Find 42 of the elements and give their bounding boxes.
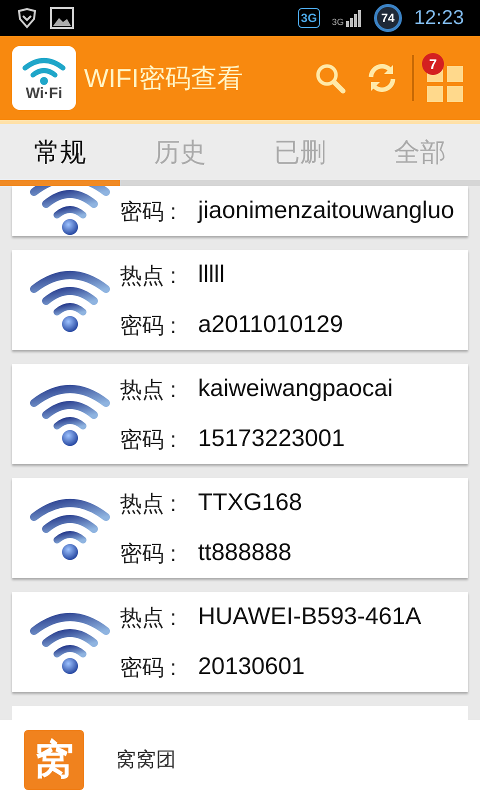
notification-badge: 7 [422,53,444,75]
network-card[interactable]: 热点 : HUAWEI-B593-461A 密码 : 20130601 [12,592,468,692]
field-label: 密码 : [120,312,178,340]
field-value: lllll [198,260,225,290]
field-value: tt888888 [198,538,292,568]
field-label: 密码 : [120,654,178,682]
field-value: HUAWEI-B593-461A [198,602,422,632]
shield-icon [16,7,38,29]
wifi-icon [30,186,110,236]
image-icon [50,7,74,29]
network-card[interactable]: 热点 : lllll 密码 : a2011010129 [12,250,468,350]
field-label: 密码 : [120,198,178,226]
field-value: 20130601 [198,652,305,682]
ad-banner[interactable]: 窝 窝窝团 [0,720,480,800]
field-value: 15173223001 [198,424,345,454]
field-label: 密码 : [120,426,178,454]
logo-text: Wi·Fi [26,86,62,100]
field-label: 热点 : [120,604,178,632]
clock: 12:23 [414,6,464,31]
refresh-icon [366,62,398,94]
network-card[interactable]: 热点 : kaiweiwangpaocai 密码 : 15173223001 [12,364,468,464]
search-icon [314,62,346,94]
field-label: 密码 : [120,540,178,568]
battery-indicator: 74 [374,4,402,32]
wifi-logo-icon [22,56,66,86]
field-value: jiaonimenzaitouwangluo [198,196,454,226]
app-title: WIFI密码查看 [84,62,244,94]
field-label: 热点 : [120,490,178,518]
signal-label: 3G [332,18,344,27]
ad-logo: 窝 [24,730,84,790]
signal-icon [346,9,362,27]
apps-button[interactable]: 7 [422,53,468,103]
field-label: 热点 : [120,262,178,290]
field-value: kaiweiwangpaocai [198,374,393,404]
field-value: TTXG168 [198,488,302,518]
network-card[interactable]: 密码 : jiaonimenzaitouwangluo [12,186,468,236]
field-label: 热点 : [120,376,178,404]
network-card[interactable]: 热点 : TTXG168 密码 : tt888888 [12,478,468,578]
tab[interactable]: 常规 [0,124,120,180]
network-badge: 3G [298,8,320,28]
ad-title: 窝窝团 [116,748,176,773]
field-value: a2011010129 [198,310,344,340]
